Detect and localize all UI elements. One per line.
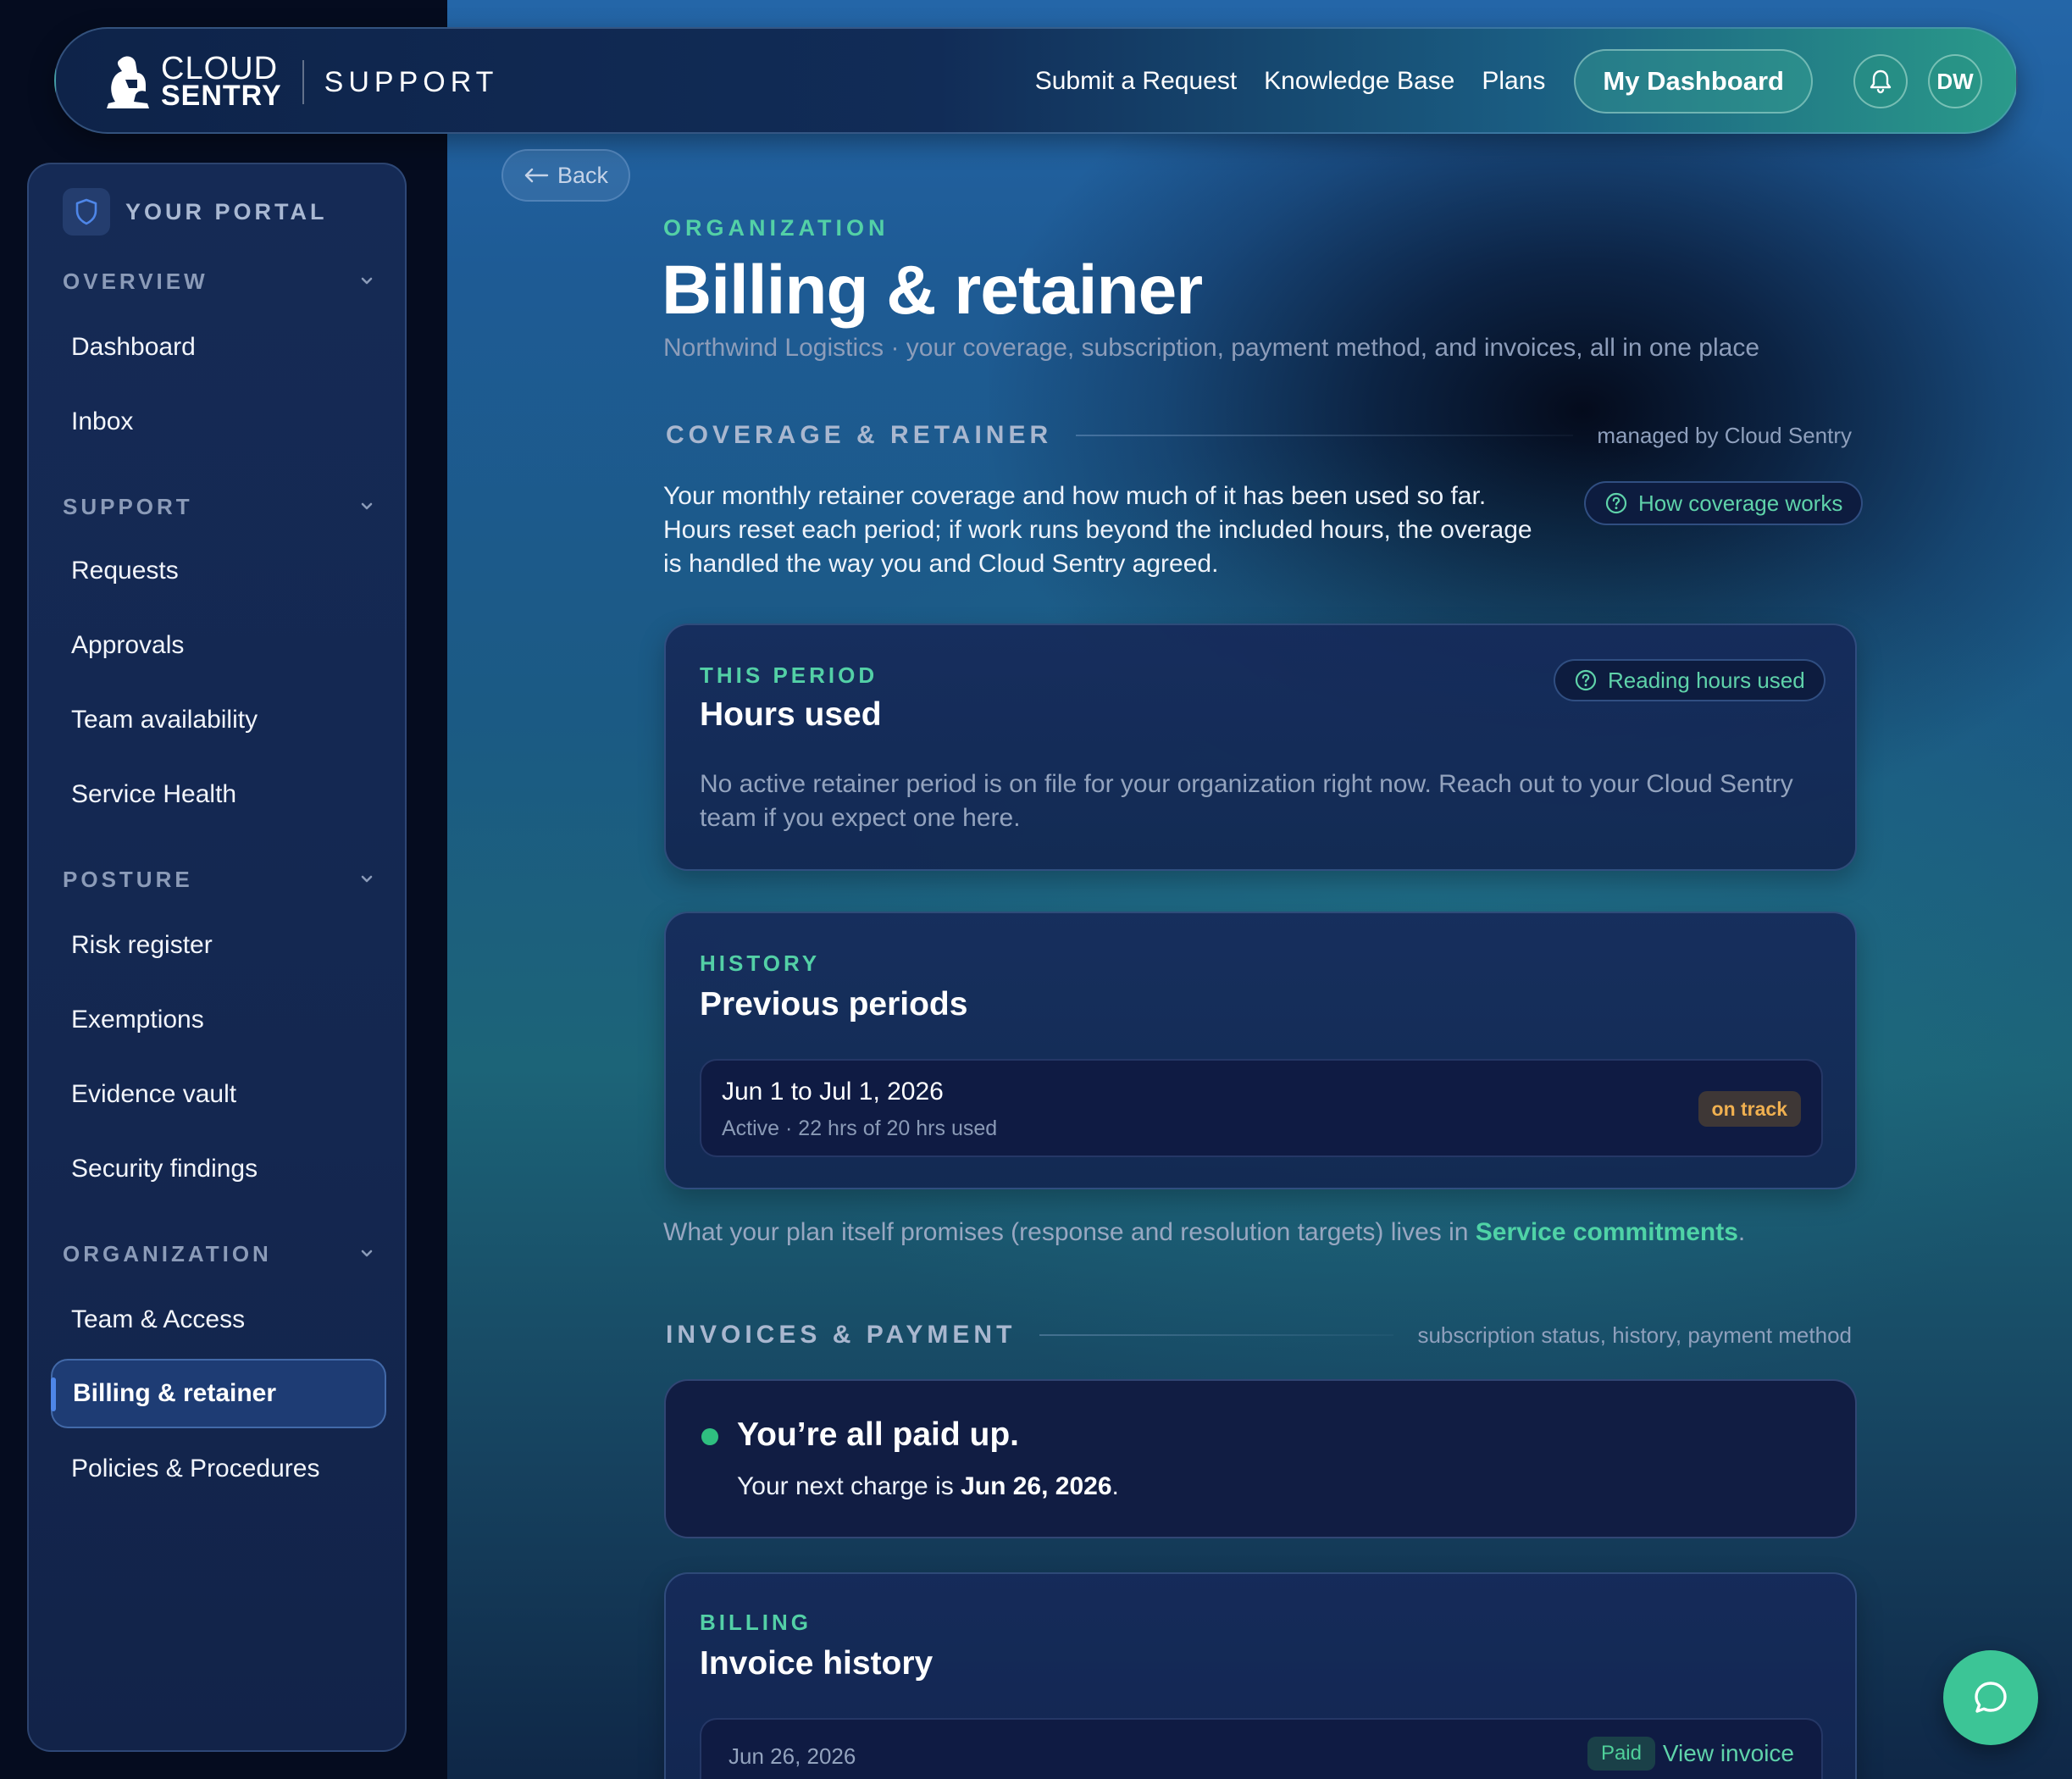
sidebar-item-service-health[interactable]: Service Health xyxy=(71,774,236,815)
sidebar-item-risk-register[interactable]: Risk register xyxy=(71,925,213,966)
brand-divider xyxy=(302,60,304,104)
brand-product-label: SUPPORT xyxy=(324,65,499,98)
sidebar: YOUR PORTAL OVERVIEW Dashboard Inbox SUP… xyxy=(27,163,407,1752)
period-range: Jun 1 to Jul 1, 2026 xyxy=(722,1078,944,1106)
sidebar-item-policies-procedures[interactable]: Policies & Procedures xyxy=(71,1449,319,1489)
sidebar-section-support[interactable]: SUPPORT xyxy=(63,490,376,524)
card-title: Invoice history xyxy=(700,1645,934,1682)
card-eyebrow: HISTORY xyxy=(700,950,821,976)
invoices-note: subscription status, history, payment me… xyxy=(1417,1322,1852,1348)
this-period-card: THIS PERIOD Hours used Reading hours use… xyxy=(664,623,1857,871)
bell-icon xyxy=(1870,69,1892,94)
card-title: Hours used xyxy=(700,696,882,733)
sidebar-item-approvals[interactable]: Approvals xyxy=(71,625,184,666)
sidebar-item-evidence-vault[interactable]: Evidence vault xyxy=(71,1074,236,1115)
history-card: HISTORY Previous periods Jun 1 to Jul 1,… xyxy=(664,912,1857,1189)
back-button[interactable]: Back xyxy=(501,149,630,202)
coverage-note: managed by Cloud Sentry xyxy=(1597,422,1852,448)
coverage-intro: Your monthly retainer coverage and how m… xyxy=(663,482,1532,578)
section-divider xyxy=(1076,435,1574,436)
chevron-down-icon xyxy=(361,277,373,285)
arrow-left-icon xyxy=(524,168,549,183)
notifications-button[interactable] xyxy=(1853,54,1908,108)
back-label: Back xyxy=(557,162,609,188)
sidebar-item-dashboard[interactable]: Dashboard xyxy=(71,327,196,368)
brand-logo[interactable]: CLOUD SENTRY SUPPORT xyxy=(103,53,498,112)
no-period-message: No active retainer period is on file for… xyxy=(700,770,1793,832)
help-circle-icon xyxy=(1575,669,1597,691)
nav-knowledge-base[interactable]: Knowledge Base xyxy=(1264,67,1454,96)
sidebar-item-inbox[interactable]: Inbox xyxy=(71,402,133,442)
user-avatar[interactable]: DW xyxy=(1928,54,1982,108)
chat-button[interactable] xyxy=(1943,1650,2038,1745)
page-title: Billing & retainer xyxy=(662,252,1203,329)
nav-submit-request[interactable]: Submit a Request xyxy=(1035,67,1237,96)
page-eyebrow: ORGANIZATION xyxy=(663,215,889,241)
sidebar-section-organization[interactable]: ORGANIZATION xyxy=(63,1237,376,1271)
invoices-section-header: INVOICES & PAYMENT subscription status, … xyxy=(666,1321,1852,1349)
period-detail: Active · 22 hrs of 20 hrs used xyxy=(722,1117,998,1140)
chevron-down-icon xyxy=(361,875,373,883)
portal-label: YOUR PORTAL xyxy=(125,198,328,224)
nav-plans[interactable]: Plans xyxy=(1482,67,1545,96)
chat-bubble-icon xyxy=(1975,1682,2007,1713)
chevron-down-icon xyxy=(361,1250,373,1257)
card-eyebrow: BILLING xyxy=(700,1610,812,1635)
reading-hours-used-button[interactable]: Reading hours used xyxy=(1554,659,1825,701)
coverage-section-header: COVERAGE & RETAINER managed by Cloud Sen… xyxy=(666,421,1852,449)
sidebar-item-security-findings[interactable]: Security findings xyxy=(71,1149,258,1189)
list-item[interactable]: Jun 1 to Jul 1, 2026 Active · 22 hrs of … xyxy=(700,1059,1823,1157)
how-coverage-works-button[interactable]: How coverage works xyxy=(1584,481,1864,525)
sidebar-section-overview[interactable]: OVERVIEW xyxy=(63,264,376,298)
commitments-note: What your plan itself promises (response… xyxy=(663,1218,1746,1246)
page-subtitle: Northwind Logistics · your coverage, sub… xyxy=(663,334,1760,362)
active-indicator xyxy=(51,1377,56,1411)
sidebar-item-billing-retainer[interactable]: Billing & retainer xyxy=(51,1359,386,1428)
sidebar-item-team-access[interactable]: Team & Access xyxy=(71,1300,245,1340)
chevron-down-icon xyxy=(361,502,373,510)
invoice-history-card: BILLING Invoice history Jun 26, 2026 Pai… xyxy=(664,1572,1857,1779)
service-commitments-link[interactable]: Service commitments xyxy=(1476,1218,1738,1246)
spartan-helmet-icon xyxy=(107,56,149,108)
my-dashboard-button[interactable]: My Dashboard xyxy=(1574,49,1813,114)
section-divider xyxy=(1039,1334,1394,1336)
sidebar-item-exemptions[interactable]: Exemptions xyxy=(71,1000,204,1040)
paid-status-title: You’re all paid up. xyxy=(737,1416,1019,1453)
top-nav-links: Submit a Request Knowledge Base Plans My… xyxy=(1008,49,1982,114)
status-badge: Paid xyxy=(1587,1737,1655,1771)
status-dot xyxy=(701,1428,718,1445)
next-charge-date: Jun 26, 2026 xyxy=(961,1472,1112,1500)
table-row: Jun 26, 2026 Paid View invoice xyxy=(700,1718,1823,1779)
sidebar-item-team-availability[interactable]: Team availability xyxy=(71,700,258,740)
sidebar-section-posture[interactable]: POSTURE xyxy=(63,862,376,896)
brand-line-2: SENTRY xyxy=(161,79,282,112)
payment-status-card: You’re all paid up. Your next charge is … xyxy=(664,1379,1857,1538)
card-title: Previous periods xyxy=(700,986,968,1023)
next-charge-text: Your next charge is Jun 26, 2026. xyxy=(737,1472,1119,1500)
shield-icon xyxy=(75,198,97,225)
top-navigation-bar: CLOUD SENTRY SUPPORT Submit a Request Kn… xyxy=(54,27,2018,134)
status-badge: on track xyxy=(1698,1091,1801,1127)
view-invoice-link[interactable]: View invoice xyxy=(1663,1740,1794,1767)
portal-header: YOUR PORTAL xyxy=(63,186,328,237)
invoice-date: Jun 26, 2026 xyxy=(729,1743,856,1769)
card-eyebrow: THIS PERIOD xyxy=(700,662,878,688)
help-circle-icon xyxy=(1605,492,1627,514)
sidebar-item-requests[interactable]: Requests xyxy=(71,551,179,591)
